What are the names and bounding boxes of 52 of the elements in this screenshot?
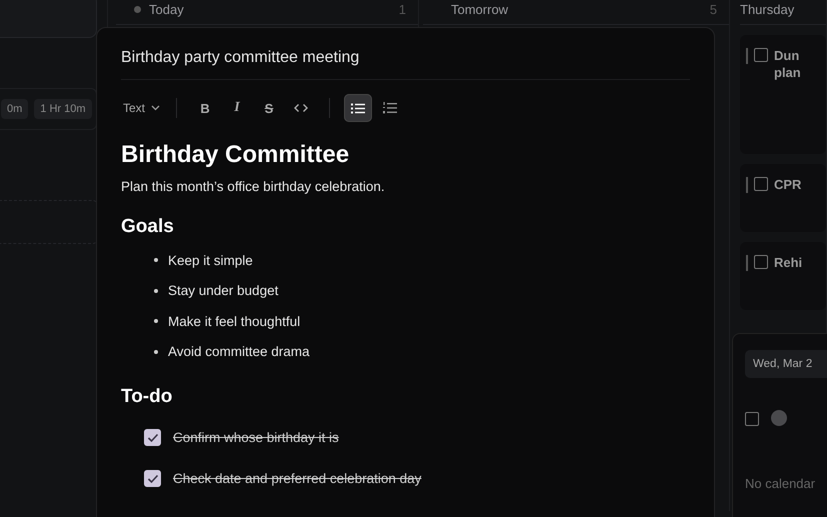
drag-handle-icon[interactable] xyxy=(746,48,748,64)
todo-checkbox[interactable] xyxy=(144,470,161,487)
note-title[interactable]: Birthday party committee meeting xyxy=(121,28,690,80)
task-title: Dun xyxy=(774,47,800,64)
bullet-list-icon xyxy=(351,102,366,114)
bullet-icon xyxy=(154,319,158,324)
task-checkbox[interactable] xyxy=(754,177,768,191)
bullet-icon xyxy=(154,288,158,293)
task-checkbox[interactable] xyxy=(754,255,768,269)
list-item: Stay under budget xyxy=(168,283,278,298)
section-heading: To-do xyxy=(121,385,174,409)
circle-icon xyxy=(771,410,787,426)
task-count: 1 xyxy=(398,2,406,16)
column-title: Thursday xyxy=(740,2,794,16)
numbered-list-icon xyxy=(383,102,398,114)
task-card[interactable]: Dun plan xyxy=(740,35,826,154)
chevron-down-icon xyxy=(151,105,160,111)
bullet-icon xyxy=(154,350,158,354)
column-title: Tomorrow xyxy=(451,2,508,16)
list-item: Avoid committee drama xyxy=(168,344,310,360)
bullet-icon xyxy=(154,258,158,262)
drag-handle-icon[interactable] xyxy=(746,255,748,271)
todo-checkbox[interactable] xyxy=(144,429,161,446)
duration-chip[interactable]: 1 Hr 10m xyxy=(34,99,92,119)
check-icon xyxy=(146,432,158,442)
text-style-dropdown[interactable]: Text xyxy=(121,101,162,115)
task-card[interactable]: CPR xyxy=(740,164,826,232)
date-chip[interactable]: Wed, Mar 2 xyxy=(745,350,827,378)
duration-chip[interactable]: 0m xyxy=(1,99,28,119)
todo-item: Confirm whose birthday it is xyxy=(173,430,339,445)
task-title: CPR xyxy=(774,176,802,193)
check-icon xyxy=(146,474,158,484)
code-icon xyxy=(294,103,308,113)
document-paragraph: Plan this month’s office birthday celebration. xyxy=(121,178,386,196)
task-checkbox[interactable] xyxy=(745,412,759,426)
task-card[interactable]: Rehi xyxy=(740,242,826,310)
strike-button[interactable]: S xyxy=(255,94,284,122)
column-title: Today xyxy=(149,2,184,16)
task-title: Rehi xyxy=(774,254,802,271)
document-heading: Birthday Committee xyxy=(121,140,350,170)
calendar-note: No calendar xyxy=(745,476,816,491)
task-count: 5 xyxy=(710,2,717,16)
italic-button[interactable]: I xyxy=(223,94,252,122)
task-checkbox[interactable] xyxy=(754,48,768,62)
task-title: plan xyxy=(774,64,801,81)
list-item: Make it feel thoughtful xyxy=(168,314,300,329)
drag-handle-icon[interactable] xyxy=(746,177,748,193)
section-heading: Goals xyxy=(121,215,175,239)
status-dot-icon xyxy=(134,6,141,12)
list-item: Keep it simple xyxy=(168,252,253,268)
bold-button[interactable]: B xyxy=(191,94,220,122)
todo-item: Check date and preferred celebration day xyxy=(173,471,422,486)
